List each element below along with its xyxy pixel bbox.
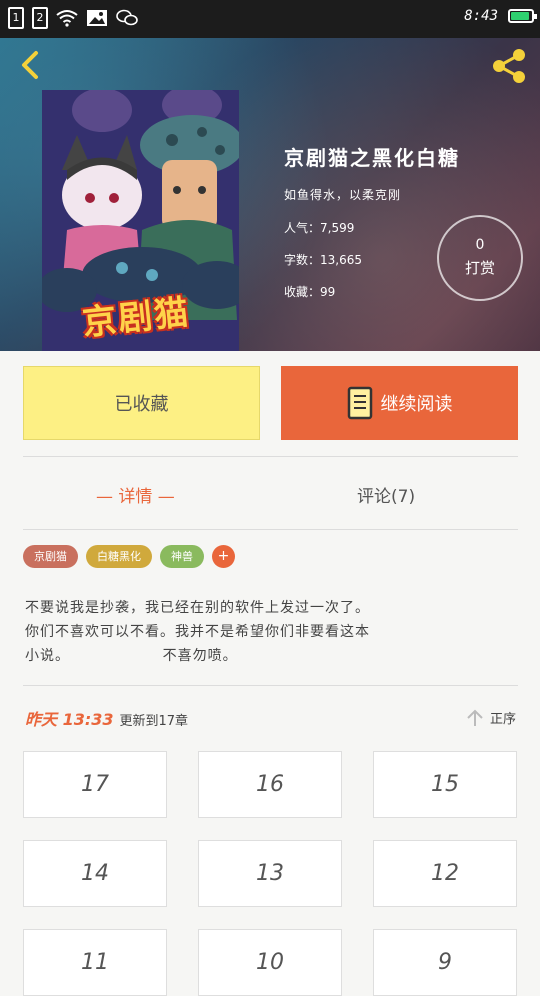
- chapter-button[interactable]: 10: [198, 929, 342, 996]
- description-line: 小说。 不喜勿喷。: [25, 648, 238, 664]
- chapter-button[interactable]: 13: [198, 840, 342, 907]
- continue-reading-label: 继续阅读: [380, 394, 453, 415]
- book-title: 京剧猫之黑化白糖: [284, 146, 460, 170]
- reward-count: 0: [475, 237, 485, 253]
- chapter-button[interactable]: 12: [373, 840, 517, 907]
- word-count-stat: 字数：13,665: [284, 253, 362, 267]
- divider: [23, 685, 518, 686]
- battery-level: [511, 12, 529, 20]
- update-text: 更新到17章: [119, 714, 189, 729]
- arrow-up-icon: [467, 709, 483, 726]
- chevron-left-icon[interactable]: [16, 50, 46, 80]
- book-author: 如鱼得水，以柔克刚: [284, 188, 402, 202]
- favorited-label: 已收藏: [114, 394, 169, 415]
- image-icon: [86, 7, 108, 29]
- book-icon: [347, 386, 372, 420]
- description-line: 不要说我是抄袭，我已经在别的软件上发过一次了。: [25, 600, 370, 616]
- reward-button[interactable]: 0 打赏: [437, 215, 523, 301]
- book-cover[interactable]: 京剧猫: [42, 90, 239, 351]
- tag-item[interactable]: 白糖黑化: [86, 545, 152, 568]
- chapter-button[interactable]: 14: [23, 840, 167, 907]
- sim2-icon: 2: [32, 7, 48, 29]
- sim1-icon: 1: [8, 7, 24, 29]
- divider: [23, 529, 518, 530]
- book-description: 不要说我是抄袭，我已经在别的软件上发过一次了。 你们不喜欢可以不看。我并不是希望…: [25, 596, 515, 668]
- chapter-button[interactable]: 15: [373, 751, 517, 818]
- favorited-button[interactable]: 已收藏: [23, 366, 260, 440]
- wechat-icon: [116, 7, 138, 29]
- tab-comments[interactable]: 评论(7): [357, 482, 415, 507]
- chapter-button[interactable]: 9: [373, 929, 517, 996]
- favorites-stat: 收藏：99: [284, 285, 336, 299]
- tab-detail[interactable]: — 详情 —: [96, 482, 175, 507]
- battery-icon: [508, 9, 537, 23]
- chapter-button[interactable]: 11: [23, 929, 167, 996]
- chapter-button[interactable]: 16: [198, 751, 342, 818]
- tag-list: 京剧猫 白糖黑化 神兽 +: [23, 545, 235, 568]
- reward-label: 打赏: [464, 259, 495, 277]
- share-icon[interactable]: [490, 48, 528, 84]
- book-header: 京剧猫 京剧猫之黑化白糖 如鱼得水，以柔克刚 人气：7,599 字数：13,66…: [0, 38, 540, 351]
- add-tag-button[interactable]: +: [212, 545, 235, 568]
- clock: 8:43: [464, 8, 498, 24]
- status-bar: 1 2 8:43: [0, 0, 540, 38]
- tag-item[interactable]: 京剧猫: [23, 545, 78, 568]
- update-info: 昨天 13:33 更新到17章: [25, 706, 188, 730]
- continue-reading-button[interactable]: 继续阅读: [281, 366, 518, 440]
- divider: [23, 456, 518, 457]
- popularity-stat: 人气：7,599: [284, 221, 355, 235]
- sort-label: 正序: [489, 712, 516, 727]
- wifi-icon: [56, 7, 78, 29]
- chapter-button[interactable]: 17: [23, 751, 167, 818]
- sort-order-button[interactable]: 正序: [466, 708, 516, 727]
- description-line: 你们不喜欢可以不看。我并不是希望你们非要看这本: [25, 624, 370, 640]
- tag-item[interactable]: 神兽: [160, 545, 204, 568]
- update-time: 昨天 13:33: [25, 710, 114, 729]
